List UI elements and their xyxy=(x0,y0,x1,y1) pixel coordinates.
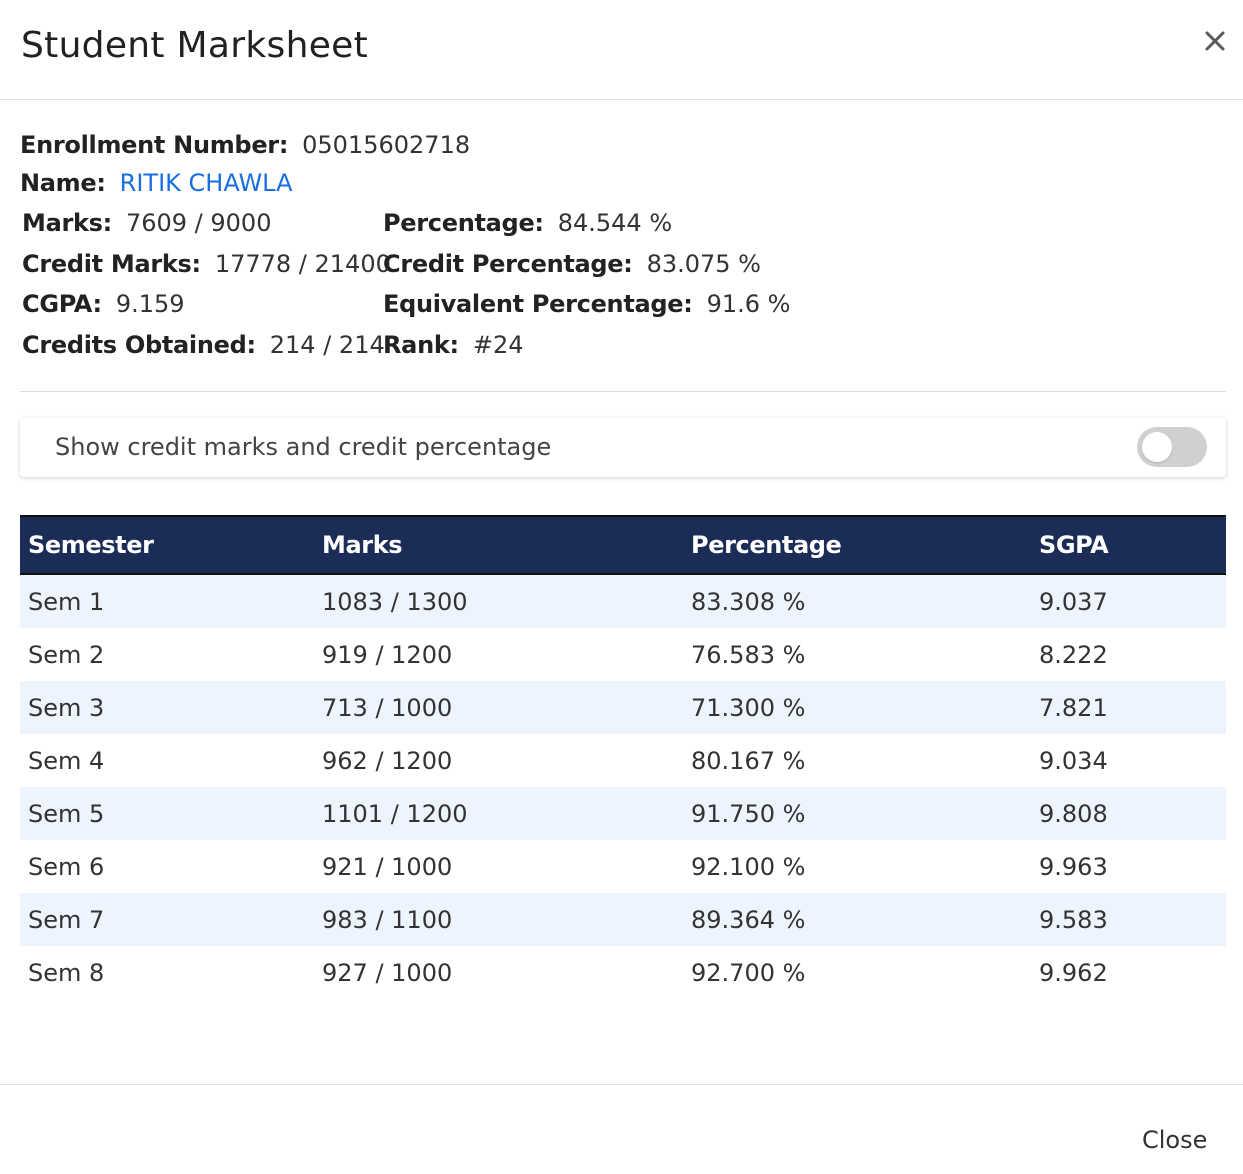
semester-table-container: Semester Marks Percentage SGPA Sem 1 108… xyxy=(20,515,1226,999)
table-row: Sem 7 983 / 1100 89.364 % 9.583 xyxy=(20,893,1226,946)
cell-percentage: 92.100 % xyxy=(683,840,1031,893)
credit-toggle-card: Show credit marks and credit percentage xyxy=(20,418,1226,477)
cell-sgpa: 9.963 xyxy=(1031,840,1226,893)
close-icon[interactable] xyxy=(1198,24,1232,58)
marks-label: Marks: xyxy=(22,209,112,237)
close-button[interactable]: Close xyxy=(1128,1118,1221,1162)
cell-semester: Sem 5 xyxy=(20,787,314,840)
credit-marks-label: Credit Marks: xyxy=(22,250,201,278)
table-row: Sem 2 919 / 1200 76.583 % 8.222 xyxy=(20,628,1226,681)
cell-semester: Sem 3 xyxy=(20,681,314,734)
cell-semester: Sem 6 xyxy=(20,840,314,893)
cell-sgpa: 9.037 xyxy=(1031,574,1226,628)
student-name: RITIK CHAWLA xyxy=(119,169,293,197)
cell-marks: 713 / 1000 xyxy=(314,681,683,734)
cell-percentage: 89.364 % xyxy=(683,893,1031,946)
cell-percentage: 76.583 % xyxy=(683,628,1031,681)
credit-percentage-label: Credit Percentage: xyxy=(383,250,633,278)
enrollment-row: Enrollment Number: 05015602718 xyxy=(20,129,470,161)
table-row: Sem 4 962 / 1200 80.167 % 9.034 xyxy=(20,734,1226,787)
column-header-marks: Marks xyxy=(314,515,683,575)
cgpa-label: CGPA: xyxy=(22,290,102,318)
percentage-value: 84.544 % xyxy=(557,209,673,237)
cell-percentage: 83.308 % xyxy=(683,574,1031,628)
cell-semester: Sem 1 xyxy=(20,574,314,628)
cell-sgpa: 9.034 xyxy=(1031,734,1226,787)
name-row: Name: RITIK CHAWLA xyxy=(20,167,293,199)
column-header-percentage: Percentage xyxy=(683,515,1031,575)
semester-table: Semester Marks Percentage SGPA Sem 1 108… xyxy=(20,515,1226,999)
table-header-row: Semester Marks Percentage SGPA xyxy=(20,515,1226,575)
marks-row: Marks: 7609 / 9000 xyxy=(22,207,271,239)
credit-toggle-switch[interactable] xyxy=(1137,427,1207,467)
marks-value: 7609 / 9000 xyxy=(125,209,272,237)
cell-sgpa: 9.808 xyxy=(1031,787,1226,840)
cell-percentage: 92.700 % xyxy=(683,946,1031,999)
rank-value: #24 xyxy=(472,331,524,359)
credits-obtained-value: 214 / 214 xyxy=(269,331,385,359)
cell-percentage: 80.167 % xyxy=(683,734,1031,787)
cell-marks: 962 / 1200 xyxy=(314,734,683,787)
modal-header: Student Marksheet xyxy=(0,0,1243,100)
cell-marks: 983 / 1100 xyxy=(314,893,683,946)
credit-percentage-value: 83.075 % xyxy=(646,250,761,278)
cell-semester: Sem 7 xyxy=(20,893,314,946)
cell-marks: 1083 / 1300 xyxy=(314,574,683,628)
credit-marks-value: 17778 / 21400 xyxy=(214,250,391,278)
cgpa-row: CGPA: 9.159 xyxy=(22,288,185,320)
cell-sgpa: 7.821 xyxy=(1031,681,1226,734)
student-marksheet-modal: Student Marksheet Enrollment Number: 0501… xyxy=(0,0,1243,1174)
cell-sgpa: 9.583 xyxy=(1031,893,1226,946)
cell-semester: Sem 8 xyxy=(20,946,314,999)
table-row: Sem 1 1083 / 1300 83.308 % 9.037 xyxy=(20,574,1226,628)
rank-label: Rank: xyxy=(383,331,459,359)
cell-marks: 927 / 1000 xyxy=(314,946,683,999)
cell-semester: Sem 2 xyxy=(20,628,314,681)
enrollment-value: 05015602718 xyxy=(302,131,471,159)
credit-marks-row: Credit Marks: 17778 / 21400 xyxy=(22,248,391,280)
close-icon-glyph xyxy=(1205,31,1225,51)
cell-sgpa: 8.222 xyxy=(1031,628,1226,681)
percentage-label: Percentage: xyxy=(383,209,544,237)
table-row: Sem 6 921 / 1000 92.100 % 9.963 xyxy=(20,840,1226,893)
table-row: Sem 8 927 / 1000 92.700 % 9.962 xyxy=(20,946,1226,999)
cell-percentage: 91.750 % xyxy=(683,787,1031,840)
cell-marks: 919 / 1200 xyxy=(314,628,683,681)
column-header-sgpa: SGPA xyxy=(1031,515,1226,575)
table-row: Sem 3 713 / 1000 71.300 % 7.821 xyxy=(20,681,1226,734)
cell-sgpa: 9.962 xyxy=(1031,946,1226,999)
equivalent-percentage-value: 91.6 % xyxy=(706,290,791,318)
credits-obtained-row: Credits Obtained: 214 / 214 xyxy=(22,329,385,361)
footer-divider xyxy=(0,1084,1243,1085)
column-header-semester: Semester xyxy=(20,515,314,575)
section-divider xyxy=(20,391,1226,392)
enrollment-label: Enrollment Number: xyxy=(20,131,289,159)
name-label: Name: xyxy=(20,169,106,197)
modal-title: Student Marksheet xyxy=(21,25,369,66)
credit-toggle-label: Show credit marks and credit percentage xyxy=(55,433,552,461)
cell-marks: 1101 / 1200 xyxy=(314,787,683,840)
percentage-row: Percentage: 84.544 % xyxy=(383,207,672,239)
cgpa-value: 9.159 xyxy=(115,290,185,318)
credits-obtained-label: Credits Obtained: xyxy=(22,331,256,359)
toggle-knob xyxy=(1142,432,1172,462)
table-row: Sem 5 1101 / 1200 91.750 % 9.808 xyxy=(20,787,1226,840)
rank-row: Rank: #24 xyxy=(383,329,523,361)
equivalent-percentage-label: Equivalent Percentage: xyxy=(383,290,693,318)
cell-marks: 921 / 1000 xyxy=(314,840,683,893)
credit-percentage-row: Credit Percentage: 83.075 % xyxy=(383,248,761,280)
cell-semester: Sem 4 xyxy=(20,734,314,787)
cell-percentage: 71.300 % xyxy=(683,681,1031,734)
equivalent-percentage-row: Equivalent Percentage: 91.6 % xyxy=(383,288,790,320)
